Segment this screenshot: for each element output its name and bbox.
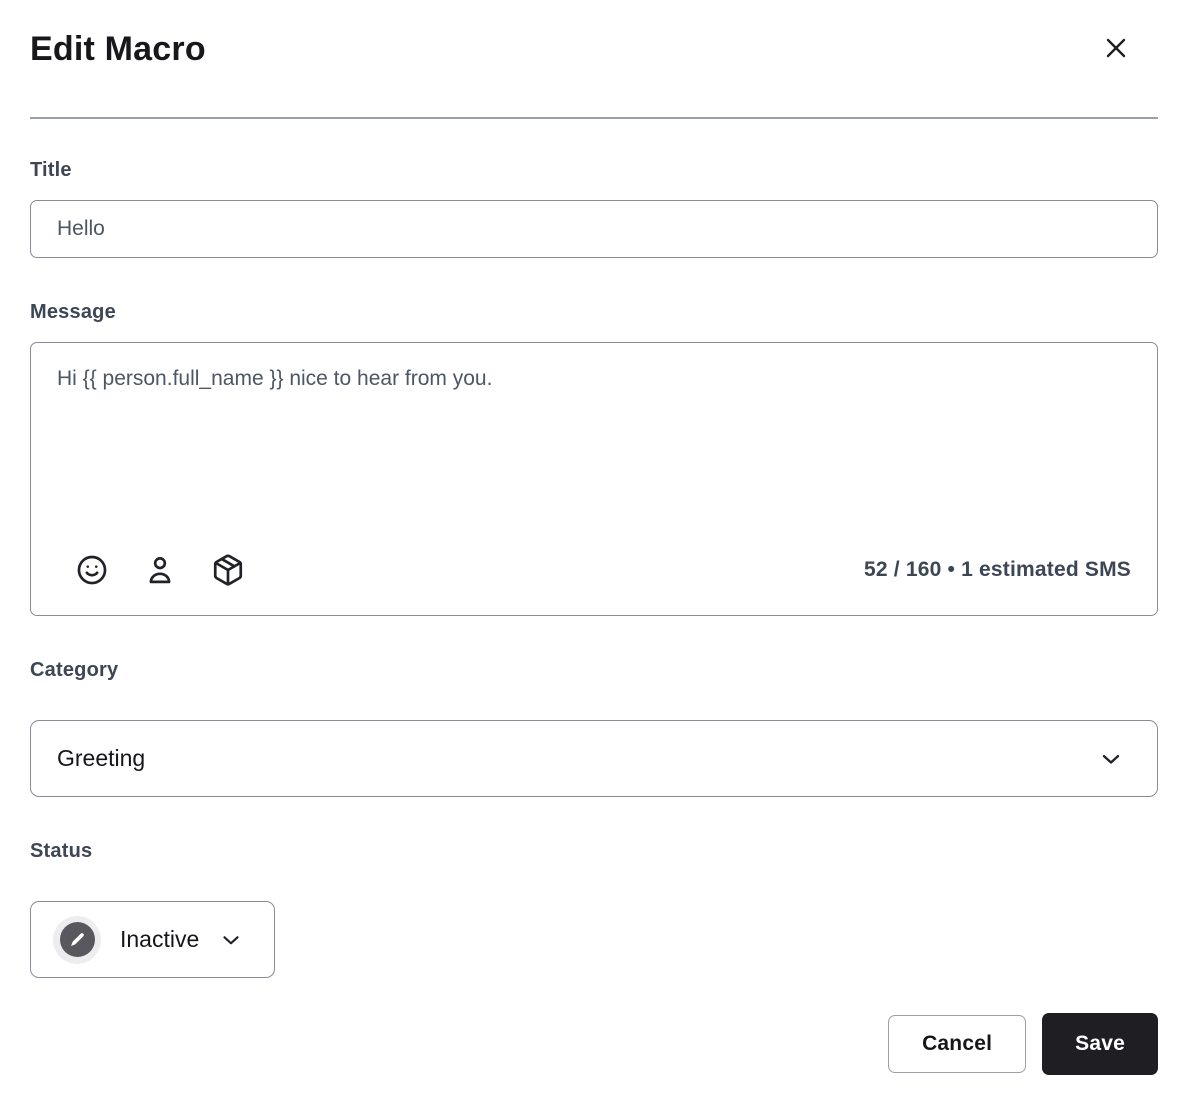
chevron-down-icon — [218, 927, 244, 953]
message-field: Message Hi {{ person.full_name }} nice t… — [30, 300, 1158, 616]
sms-counter: 52 / 160 • 1 estimated SMS — [864, 558, 1131, 582]
save-button[interactable]: Save — [1042, 1013, 1158, 1075]
title-field: Title — [30, 158, 1158, 258]
emoji-icon — [75, 553, 109, 587]
modal-header: Edit Macro — [30, 26, 1158, 72]
status-badge-inner — [60, 922, 95, 957]
divider — [30, 117, 1158, 119]
status-label: Status — [30, 839, 1158, 864]
package-icon — [211, 553, 245, 587]
close-icon — [1100, 32, 1132, 64]
message-label: Message — [30, 300, 1158, 325]
status-value: Inactive — [120, 926, 199, 953]
status-dropdown[interactable]: Inactive — [30, 901, 275, 978]
message-toolbar — [57, 551, 247, 589]
modal-footer: Cancel Save — [30, 1013, 1158, 1075]
product-button[interactable] — [209, 551, 247, 589]
category-field: Category Greeting — [30, 658, 1158, 797]
personalization-button[interactable] — [141, 551, 179, 589]
chevron-down-icon — [1097, 745, 1125, 773]
title-input[interactable] — [30, 200, 1158, 258]
category-label: Category — [30, 658, 1158, 683]
message-box: Hi {{ person.full_name }} nice to hear f… — [30, 342, 1158, 616]
status-field: Status Inactive — [30, 839, 1158, 978]
status-badge — [53, 916, 101, 964]
category-select[interactable]: Greeting — [30, 720, 1158, 797]
page-title: Edit Macro — [30, 26, 206, 72]
message-footer: 52 / 160 • 1 estimated SMS — [57, 551, 1131, 589]
message-textarea[interactable]: Hi {{ person.full_name }} nice to hear f… — [57, 365, 1131, 551]
person-icon — [143, 553, 177, 587]
title-label: Title — [30, 158, 1158, 183]
close-button[interactable] — [1096, 28, 1136, 68]
pencil-icon — [68, 931, 86, 949]
edit-macro-modal: Edit Macro Title Message Hi {{ person.fu… — [0, 0, 1188, 1105]
category-value: Greeting — [57, 745, 145, 772]
emoji-button[interactable] — [73, 551, 111, 589]
cancel-button[interactable]: Cancel — [888, 1015, 1026, 1073]
